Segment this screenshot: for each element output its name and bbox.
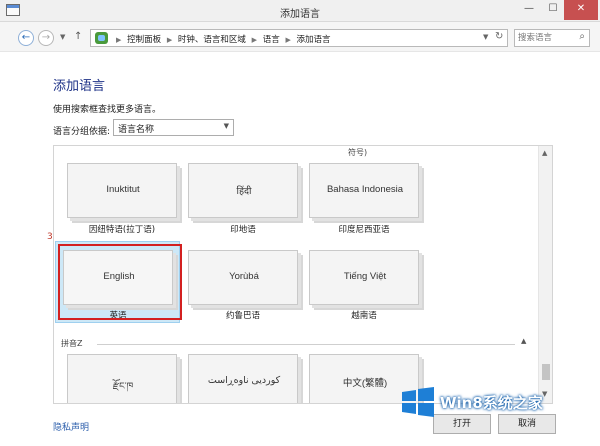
- chevron-down-icon: ▼: [223, 122, 229, 130]
- tile-name: Yorùbá: [229, 271, 259, 282]
- tile-caption: 印度尼西亚语: [338, 225, 390, 235]
- breadcrumb-add-language[interactable]: 添加语言: [297, 35, 331, 45]
- refresh-icon[interactable]: ↻: [495, 31, 503, 42]
- breadcrumb-separator[interactable]: ▶: [116, 36, 121, 44]
- breadcrumb-control-panel[interactable]: 控制面板: [127, 35, 161, 45]
- partial-caption: 符号): [348, 148, 368, 157]
- tile-caption: 约鲁巴语: [225, 311, 260, 321]
- breadcrumb-clock-language-region[interactable]: 时钟、语言和区域: [178, 35, 246, 45]
- language-tile-indonesian[interactable]: Bahasa Indonesia: [309, 163, 419, 218]
- page-description: 使用搜索框查找更多语言。: [53, 105, 162, 115]
- language-tile-vietnamese[interactable]: Tiếng Việt: [309, 250, 419, 305]
- language-tile-hindi[interactable]: हिंदी: [188, 163, 298, 218]
- address-bar[interactable]: ▶ 控制面板 ▶ 时钟、语言和区域 ▶ 语言 ▶ 添加语言 ▼ ↻: [90, 29, 508, 47]
- vertical-scrollbar[interactable]: ▲ ▼: [538, 146, 552, 403]
- maximize-button[interactable]: ☐: [542, 0, 564, 20]
- tile-name: हिंदी: [236, 186, 252, 197]
- breadcrumb-separator[interactable]: ▶: [285, 36, 290, 44]
- tile-name: Tiếng Việt: [343, 271, 387, 282]
- tile-caption: 印地语: [230, 225, 256, 235]
- annotation-highlight-box: [58, 244, 182, 320]
- group-by-select[interactable]: 语言名称 ▼: [113, 119, 234, 136]
- language-tile-inuktitut[interactable]: Inuktitut: [67, 163, 177, 218]
- language-list[interactable]: 符号) Inuktitut 因纽特语(拉丁语) हिंदी 印地语 Bahasa…: [53, 145, 553, 404]
- tile-caption: 因纽特语(拉丁语): [88, 225, 156, 235]
- forward-button[interactable]: →: [38, 30, 54, 46]
- windows-logo-icon: [402, 387, 434, 417]
- scroll-thumb[interactable]: [542, 364, 550, 380]
- scroll-up-icon[interactable]: ▲: [542, 149, 547, 157]
- window-title: 添加语言: [280, 9, 320, 20]
- section-label: 拼音Z: [61, 339, 83, 348]
- breadcrumb-language[interactable]: 语言: [263, 35, 280, 45]
- section-header[interactable]: 拼音Z ▲: [61, 337, 531, 350]
- breadcrumb: ▶ 控制面板 ▶ 时钟、语言和区域 ▶ 语言 ▶ 添加语言: [113, 33, 331, 45]
- annotation-step-number: 3: [47, 232, 53, 242]
- tile-name: རྫོང་ཁ: [112, 381, 134, 392]
- tile-name: Bahasa Indonesia: [326, 184, 404, 195]
- language-tile-dzongkha[interactable]: རྫོང་ཁ: [67, 354, 177, 403]
- group-by-value: 语言名称: [118, 125, 155, 135]
- page-title: 添加语言: [53, 79, 106, 94]
- chevron-up-icon[interactable]: ▲: [521, 337, 526, 345]
- breadcrumb-separator[interactable]: ▶: [167, 36, 172, 44]
- tile-name: کوردیی ناوەڕاست: [207, 375, 281, 386]
- minimize-button[interactable]: —: [516, 0, 542, 20]
- address-dropdown-icon[interactable]: ▼: [483, 33, 488, 41]
- watermark-text: Win8系统之家: [440, 394, 543, 412]
- watermark: Win8系统之家: [398, 382, 568, 424]
- navigation-bar: ← → ▼ ↑ ▶ 控制面板 ▶ 时钟、语言和区域 ▶ 语言 ▶ 添加语言 ▼ …: [0, 22, 600, 52]
- tile-name: Inuktitut: [106, 184, 140, 195]
- group-by-label: 语言分组依据:: [53, 127, 111, 137]
- search-box[interactable]: ⌕: [514, 29, 590, 47]
- recent-pages-dropdown-icon[interactable]: ▼: [60, 33, 65, 41]
- language-tile-central-kurdish[interactable]: کوردیی ناوەڕاست: [188, 354, 298, 403]
- search-icon[interactable]: ⌕: [579, 31, 585, 42]
- section-divider: [97, 344, 515, 345]
- privacy-statement-link[interactable]: 隐私声明: [53, 420, 89, 433]
- title-bar: 添加语言 — ☐ ✕: [0, 0, 600, 22]
- back-button[interactable]: ←: [18, 30, 34, 46]
- close-button[interactable]: ✕: [564, 0, 598, 20]
- language-tile-yoruba[interactable]: Yorùbá: [188, 250, 298, 305]
- tile-caption: 越南语: [351, 311, 377, 321]
- control-panel-icon: [95, 32, 108, 44]
- up-button[interactable]: ↑: [74, 31, 82, 42]
- breadcrumb-separator[interactable]: ▶: [252, 36, 257, 44]
- search-input[interactable]: [518, 32, 572, 44]
